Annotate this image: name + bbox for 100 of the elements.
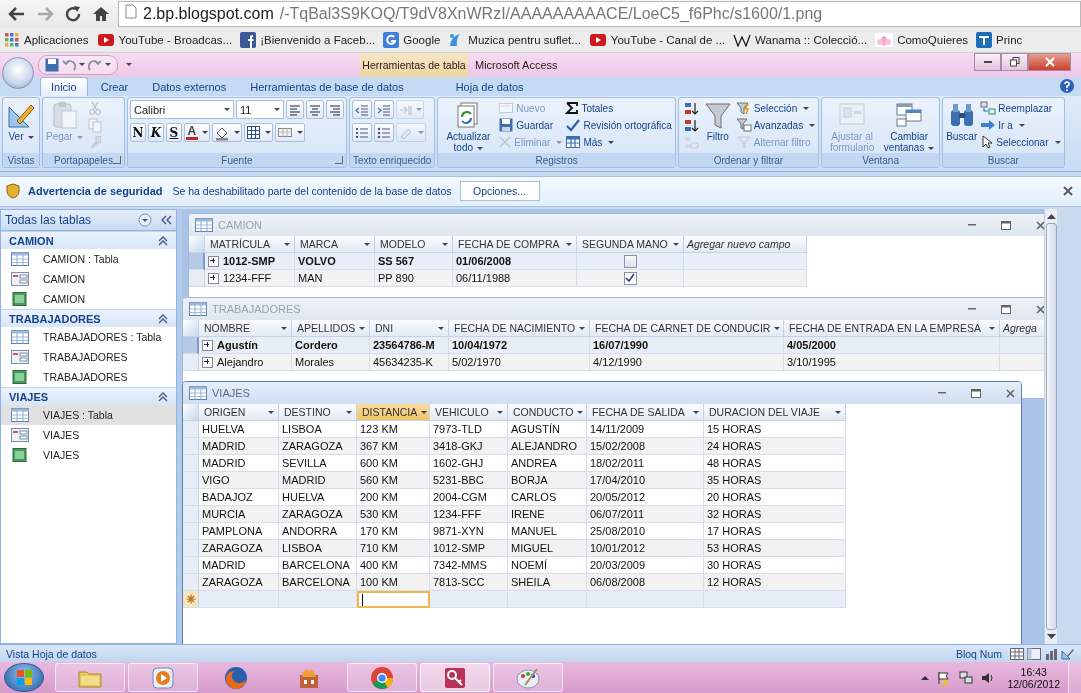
table-cell: PP 890 [378,272,414,285]
table-cell: Morales [295,356,335,369]
bookmark-link[interactable]: YouTube - Broadcas... [96,32,233,47]
table-cell: ANDORRA [282,525,337,538]
table-cell: SHEILA [511,576,551,589]
table-cell: NOEMÍ [511,559,548,572]
ribbon-tab[interactable]: Inicio [40,77,88,97]
table-cell: 200 KM [360,491,398,504]
options-button[interactable]: Opciones... [459,181,540,202]
table-cell: LISBOA [282,423,322,436]
ribbon-tab[interactable]: Herramientas de base de datos [239,77,415,97]
column-header[interactable]: FECHA DE NACIMIENTO [449,320,590,338]
column-header[interactable]: DNI [370,320,449,338]
column-header[interactable]: DESTINO [279,404,357,422]
table-cell: 10/04/1972 [452,339,508,352]
ribbon-button[interactable]: Totales [564,100,673,117]
ribbon-tab[interactable]: Crear [89,77,140,97]
ribbon-button[interactable]: Revisión ortográfica [564,117,673,134]
dropdown-field[interactable]: 11 [235,100,284,120]
column-header[interactable]: MODELO [375,236,453,254]
column-header[interactable]: FECHA DE ENTRADA EN LA EMPRESA [784,320,1000,338]
table-cell: MADRID [202,440,246,453]
bookmark-link[interactable]: Aplicaciones [4,31,89,48]
column-header[interactable]: VEHICULO [430,404,508,422]
table-cell: 23564786-M [373,339,435,352]
table-cell: 15/02/2008 [590,440,646,453]
column-header[interactable]: ORIGEN [199,404,279,422]
bookmark-link[interactable]: Princ [976,31,1023,48]
column-header[interactable]: APELLIDOS [292,320,370,338]
navigation-item[interactable]: CAMION : Tabla [1,249,176,270]
toolbar-button[interactable]: S [165,123,182,143]
navigation-item[interactable]: TRABAJADORES [1,347,176,368]
column-header[interactable]: FECHA DE SALIDA [587,404,704,422]
navigation-item[interactable]: TRABAJADORES [1,367,176,388]
table-cell: IRENE [511,508,545,521]
ribbon-button[interactable]: Selección [734,100,817,117]
group-label: Vistas [7,154,35,166]
group-header[interactable]: TRABAJADORES [1,309,176,328]
navigation-item[interactable]: TRABAJADORES : Tabla [1,327,176,348]
ribbon-button[interactable]: Cambiar ventanas [881,100,938,154]
table-cell: VIGO [202,474,230,487]
column-header[interactable]: NOMBRE [199,320,292,338]
group-label: Ventana [862,154,899,166]
dropdown-field[interactable]: Calibri [129,100,234,120]
window-title: Microsoft Access [475,58,558,71]
table-cell: 9871-XYN [433,525,484,538]
column-header[interactable]: CONDUCTO [508,404,587,422]
address-bar[interactable]: 2.bp.blogspot.com /-TqBal3S9KOQ/T9dV8XnWRzI/AAAAAAAAACE/LoeC5_f6Phc/s1600/1.png [118,0,1081,27]
table-cell: ZARAGOZA [282,508,343,521]
ribbon-button[interactable]: Seleccionar [979,134,1062,151]
table-cell: 4/12/1990 [593,356,642,369]
ribbon-button[interactable]: Reemplazar [979,100,1062,117]
column-header[interactable]: FECHA DE COMPRA [453,236,577,254]
group-label: Texto enriquecido [352,154,432,166]
ribbon-button[interactable]: Ir a [979,117,1062,134]
table-cell: 45634235-K [373,356,433,369]
table-cell: 1602-GHJ [433,457,484,470]
ribbon-button[interactable]: Más [564,134,673,151]
column-header[interactable]: FECHA DE CARNET DE CONDUCIR [590,320,784,338]
group-header[interactable]: CAMION [1,231,176,250]
group-label: Buscar [987,154,1019,166]
ribbon-button[interactable]: Ver [5,100,37,143]
table-cell: ZARAGOZA [202,576,263,589]
navigation-item[interactable]: CAMION [1,289,176,310]
navigation-item[interactable]: VIAJES [1,445,176,466]
ribbon-tab[interactable]: Hoja de datos [434,77,545,97]
table-cell: 20/05/2012 [590,491,646,504]
ribbon-button[interactable]: Avanzadas [734,117,817,134]
column-header[interactable]: SEGUNDA MANO [577,236,684,254]
column-header[interactable]: Agregar nuevo campo [684,236,807,254]
table-cell: 20 HORAS [707,491,762,504]
bookmark-link[interactable]: Wanama :: Colecció... [733,32,868,47]
bookmark-link[interactable]: ComoQuieres [875,32,969,47]
toolbar-button[interactable]: N [129,123,146,143]
table-cell: BARCELONA [282,559,350,572]
toolbar-button[interactable]: K [147,123,164,143]
ribbon-button[interactable]: Filtro [701,100,734,143]
bookmark-link[interactable]: Google [383,31,441,48]
column-header[interactable]: MARCA [295,236,375,254]
ribbon-tab[interactable]: Datos externos [141,77,238,97]
bookmark-link[interactable]: Muzica pentru suflet... [448,31,581,48]
column-header[interactable]: DURACION DEL VIAJE [704,404,846,422]
contextual-tab-label: Herramientas de tabla [360,52,468,77]
navigation-item[interactable]: VIAJES : Tabla [1,405,176,426]
bookmark-link[interactable]: YouTube - Canal de ... [588,32,726,47]
column-header[interactable]: MATRÍCULA [205,236,295,254]
table-cell: ANDREA [511,457,557,470]
group-label: Ordenar y filtrar [713,154,784,166]
ribbon-button[interactable]: Guardar [497,117,564,134]
navigation-item[interactable]: CAMION [1,269,176,290]
toolbar-button[interactable]: A [183,123,210,143]
ribbon-button[interactable]: Buscar [945,100,979,143]
group-header[interactable]: VIAJES [1,387,176,406]
column-header[interactable]: Agrega [1000,320,1044,338]
bookmark-link[interactable]: ¡Bienvenido a Faceb... [240,31,376,48]
table-cell: VOLVO [298,255,336,268]
navigation-item[interactable]: VIAJES [1,425,176,446]
table-cell: 7342-MMS [433,559,487,572]
column-header[interactable]: DISTANCIA [357,404,430,422]
ribbon-button[interactable]: Actualizar todo [440,100,497,154]
